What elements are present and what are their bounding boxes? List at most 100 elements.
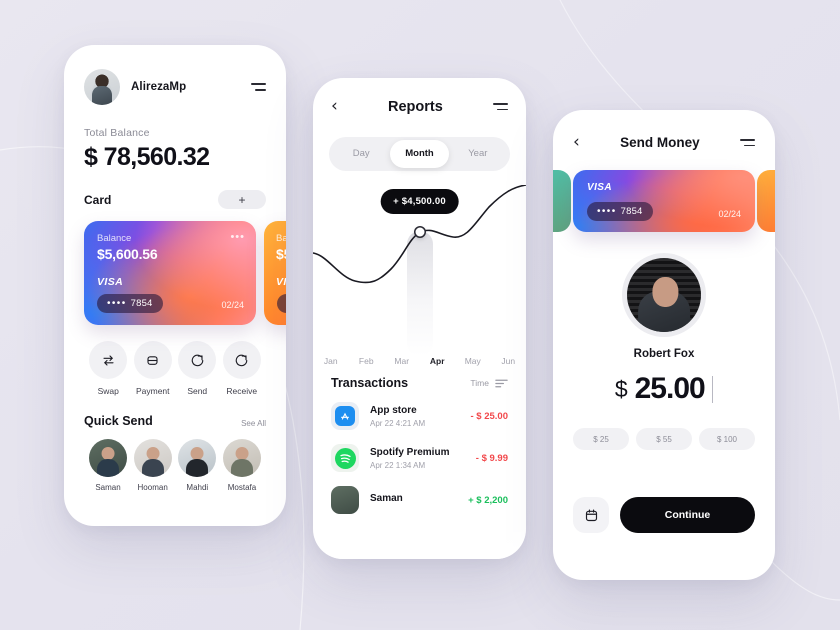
spotify-icon xyxy=(331,444,359,472)
action-swap[interactable]: Swap xyxy=(86,341,131,396)
card-expiry: 02/24 xyxy=(718,209,741,219)
contact-name: Saman xyxy=(95,483,121,492)
chart-tick: Jun xyxy=(501,356,516,366)
card-selector[interactable]: VISA •••• 7854 02/24 xyxy=(553,170,775,232)
transactions-label: Transactions xyxy=(331,376,409,390)
sort-label[interactable]: Time xyxy=(470,378,489,388)
contact-hooman[interactable]: Hooman xyxy=(131,439,175,492)
card-next[interactable] xyxy=(757,170,775,232)
amount-input[interactable]: $ 25.00 xyxy=(553,372,775,406)
segment-year[interactable]: Year xyxy=(449,140,507,168)
card-number-pill: •••• 7854 xyxy=(587,202,653,221)
amount-value: 25.00 xyxy=(634,372,706,405)
contact-saman[interactable]: Saman xyxy=(86,439,130,492)
card-section-header: Card + xyxy=(84,190,266,209)
action-payment[interactable]: Payment xyxy=(131,341,176,396)
calendar-icon xyxy=(585,509,597,521)
contact-mahdi[interactable]: Mahdi xyxy=(175,439,219,492)
card-mask: •••• xyxy=(107,298,127,309)
cards-carousel[interactable]: Balance $5,600.56 ••• VISA •••• 7854 02/… xyxy=(84,221,286,325)
table-row[interactable]: Saman + $ 2,200 xyxy=(331,486,508,514)
reports-header: ‹ Reports xyxy=(313,78,526,115)
more-dots-icon[interactable]: ••• xyxy=(230,232,245,243)
chart-tooltip: + $4,500.00 xyxy=(380,189,459,214)
card-expiry: 02/24 xyxy=(221,300,244,310)
card2-balance-value: $5 xyxy=(276,246,286,262)
sort-icon[interactable] xyxy=(495,378,508,388)
chevron-left-icon[interactable]: ‹ xyxy=(331,98,338,115)
period-segmented-control[interactable]: Day Month Year xyxy=(329,137,510,171)
action-payment-label: Payment xyxy=(135,386,170,396)
transaction-amount: - $ 9.99 xyxy=(475,452,508,464)
hamburger-icon[interactable] xyxy=(251,83,266,91)
transaction-date: Apr 22 1:34 AM xyxy=(370,460,426,470)
transaction-name: App store xyxy=(370,404,417,416)
see-all-link[interactable]: See All xyxy=(241,419,266,428)
card-last4: 7854 xyxy=(130,298,153,309)
transaction-date: Apr 22 4:21 AM xyxy=(370,418,426,428)
card-last4: 7854 xyxy=(620,206,643,217)
recipient-avatar xyxy=(622,253,706,337)
contacts-list: Saman Hooman Mahdi Mostafa xyxy=(84,439,266,492)
visa-logo: VISA xyxy=(97,276,124,288)
credit-card-secondary[interactable]: Balance $5 VISA •••• xyxy=(264,221,286,325)
action-send[interactable]: Send xyxy=(175,341,220,396)
recipient-name: Robert Fox xyxy=(633,348,695,360)
selected-card[interactable]: VISA •••• 7854 02/24 xyxy=(573,170,755,232)
hamburger-icon[interactable] xyxy=(740,138,756,147)
quick-amount-55[interactable]: $ 55 xyxy=(636,428,692,450)
table-row[interactable]: Spotify Premium Apr 22 1:34 AM - $ 9.99 xyxy=(331,444,508,472)
table-row[interactable]: App store Apr 22 4:21 AM - $ 25.00 xyxy=(331,402,508,430)
chart-x-axis: Jan Feb Mar Apr May Jun xyxy=(313,356,526,366)
quick-amount-100[interactable]: $ 100 xyxy=(699,428,755,450)
user-name: AlirezaMp xyxy=(131,81,187,93)
contact-avatar xyxy=(178,439,217,477)
card-balance-label: Balance xyxy=(97,233,132,244)
reports-chart[interactable]: + $4,500.00 Jan Feb Mar Apr May Jun xyxy=(313,185,526,370)
receive-arrow-icon xyxy=(222,341,261,379)
hamburger-icon[interactable] xyxy=(493,102,509,111)
chart-active-point xyxy=(415,227,424,237)
text-caret xyxy=(711,375,714,403)
contact-name: Hooman xyxy=(137,483,168,492)
avatar[interactable] xyxy=(84,69,120,105)
calendar-button[interactable] xyxy=(573,497,609,533)
card-section-label: Card xyxy=(84,192,112,207)
profile-header: AlirezaMp xyxy=(84,69,266,105)
visa-logo: VISA xyxy=(587,182,612,193)
quick-send-header: Quick Send See All xyxy=(84,414,266,428)
chart-tick: May xyxy=(464,356,481,366)
contact-avatar xyxy=(222,439,261,477)
action-receive[interactable]: Receive xyxy=(220,341,265,396)
continue-button[interactable]: Continue xyxy=(620,497,755,533)
segment-day[interactable]: Day xyxy=(332,140,390,168)
add-card-button[interactable]: + xyxy=(218,190,266,209)
quick-actions: Swap Payment Send Receive xyxy=(84,341,266,396)
contact-name: Mahdi xyxy=(186,483,209,492)
chart-tick: Feb xyxy=(358,356,374,366)
card-number-pill: •••• 7854 xyxy=(97,294,163,313)
page-title: Send Money xyxy=(620,135,700,150)
credit-card-primary[interactable]: Balance $5,600.56 ••• VISA •••• 7854 02/… xyxy=(84,221,256,325)
send-arrow-icon xyxy=(178,341,217,379)
list-fade-overlay xyxy=(313,525,526,559)
action-receive-label: Receive xyxy=(226,386,258,396)
swap-icon xyxy=(89,341,128,379)
transaction-name: Saman xyxy=(370,493,403,504)
chart-tick: Jan xyxy=(323,356,338,366)
screen-reports: ‹ Reports Day Month Year + $4,500.00 Jan… xyxy=(313,78,526,559)
total-balance-label: Total Balance xyxy=(84,127,150,139)
contact-avatar xyxy=(89,439,127,477)
contact-mostafa[interactable]: Mostafa xyxy=(220,439,264,492)
screen-send-money: ‹ Send Money VISA •••• 7854 02/24 Robert… xyxy=(553,110,775,580)
card-previous[interactable] xyxy=(553,170,571,232)
visa-logo-2: VISA xyxy=(276,276,286,288)
segment-month[interactable]: Month xyxy=(390,140,449,168)
chevron-left-icon[interactable]: ‹ xyxy=(573,134,580,151)
action-swap-label: Swap xyxy=(97,386,119,396)
page-title: Reports xyxy=(388,98,443,115)
currency-symbol: $ xyxy=(614,375,628,402)
quick-amount-chips: $ 25 $ 55 $ 100 xyxy=(573,428,755,450)
quick-amount-25[interactable]: $ 25 xyxy=(573,428,629,450)
contact-name: Mostafa xyxy=(227,483,257,492)
